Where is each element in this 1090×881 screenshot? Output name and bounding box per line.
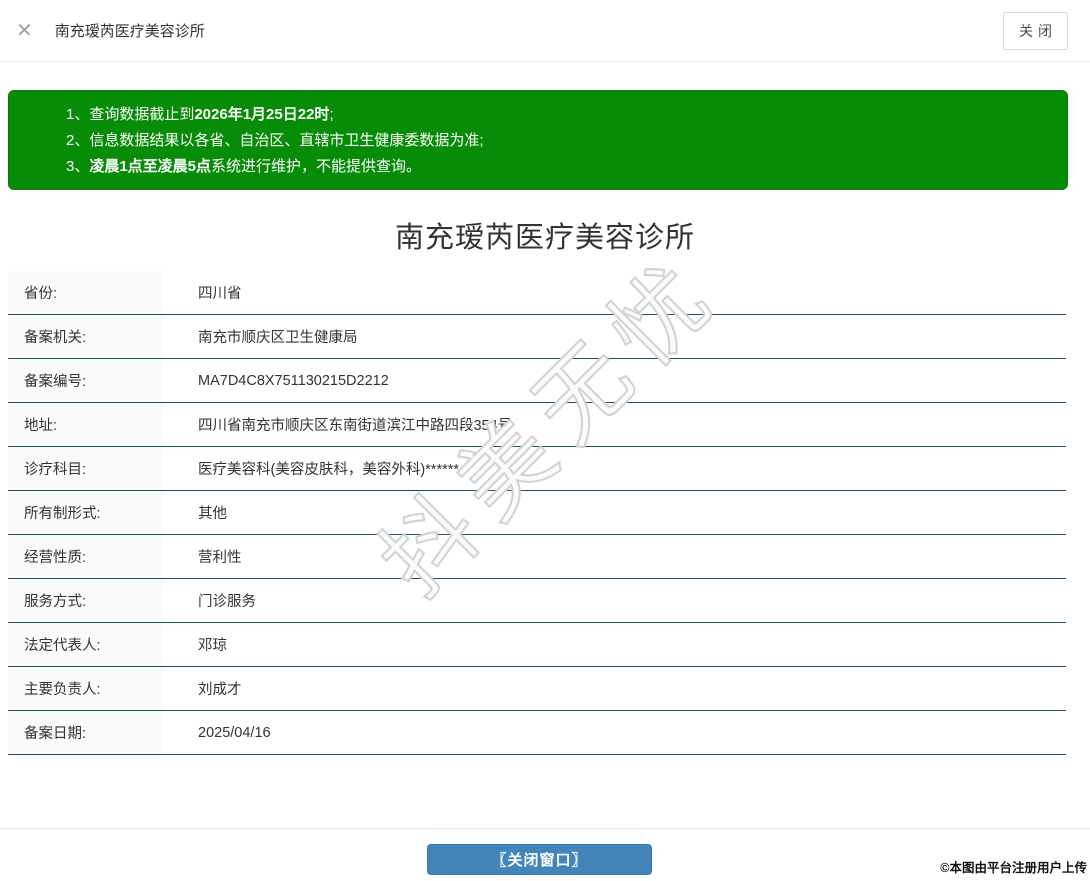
field-label: 备案机关: [8,315,163,358]
close-window-button[interactable]: 〖关闭窗口〗 [427,844,652,875]
table-row-principal: 主要负责人: 刘成才 [8,667,1066,711]
close-button[interactable]: 关闭 [1003,11,1068,50]
notice-line-3: 3、凌晨1点至凌晨5点系统进行维护，不能提供查询。 [66,158,422,175]
image-credit: ©本图由平台注册用户上传 [940,861,1087,875]
window-title: 南充瑷芮医疗美容诊所 [54,23,205,40]
field-label: 备案日期: [8,711,163,754]
field-value: 四川省南充市顺庆区东南街道滨江中路四段354号 [163,403,1066,446]
window-header: ✕ 南充瑷芮医疗美容诊所 关闭 [0,0,1090,62]
field-label: 经营性质: [8,535,163,578]
table-row-filing-number: 备案编号: MA7D4C8X751130215D2212 [8,359,1066,403]
table-row-medical-subjects: 诊疗科目: 医疗美容科(美容皮肤科，美容外科)****** [8,447,1066,491]
field-value: 营利性 [163,535,1066,578]
field-value: 邓琼 [163,623,1066,666]
footer-divider [0,828,1090,829]
close-icon[interactable]: ✕ [16,21,33,41]
field-label: 备案编号: [8,359,163,402]
field-value: MA7D4C8X751130215D2212 [163,359,1066,402]
field-value: 南充市顺庆区卫生健康局 [163,315,1066,358]
field-label: 主要负责人: [8,667,163,710]
table-row-service-mode: 服务方式: 门诊服务 [8,579,1066,623]
table-row-province: 省份: 四川省 [8,271,1066,315]
field-label: 省份: [8,271,163,314]
field-label: 所有制形式: [8,491,163,534]
field-label: 法定代表人: [8,623,163,666]
field-value: 刘成才 [163,667,1066,710]
table-row-filing-date: 备案日期: 2025/04/16 [8,711,1066,755]
field-value: 医疗美容科(美容皮肤科，美容外科)****** [163,447,1066,490]
field-value: 其他 [163,491,1066,534]
notice-banner: 1、查询数据截止到2026年1月25日22时; 2、信息数据结果以各省、自治区、… [8,90,1068,190]
field-value: 门诊服务 [163,579,1066,622]
notice-line-1: 1、查询数据截止到2026年1月25日22时; [66,106,334,123]
clinic-title: 南充瑷芮医疗美容诊所 [394,222,695,254]
field-value: 2025/04/16 [163,711,1066,754]
field-label: 诊疗科目: [8,447,163,490]
notice-line-2: 2、信息数据结果以各省、自治区、直辖市卫生健康委数据为准; [66,132,484,149]
info-table: 省份: 四川省 备案机关: 南充市顺庆区卫生健康局 备案编号: MA7D4C8X… [8,271,1066,755]
table-row-legal-representative: 法定代表人: 邓琼 [8,623,1066,667]
field-value: 四川省 [163,271,1066,314]
table-row-address: 地址: 四川省南充市顺庆区东南街道滨江中路四段354号 [8,403,1066,447]
field-label: 服务方式: [8,579,163,622]
table-row-business-nature: 经营性质: 营利性 [8,535,1066,579]
table-row-filing-authority: 备案机关: 南充市顺庆区卫生健康局 [8,315,1066,359]
table-row-ownership-type: 所有制形式: 其他 [8,491,1066,535]
field-label: 地址: [8,403,163,446]
